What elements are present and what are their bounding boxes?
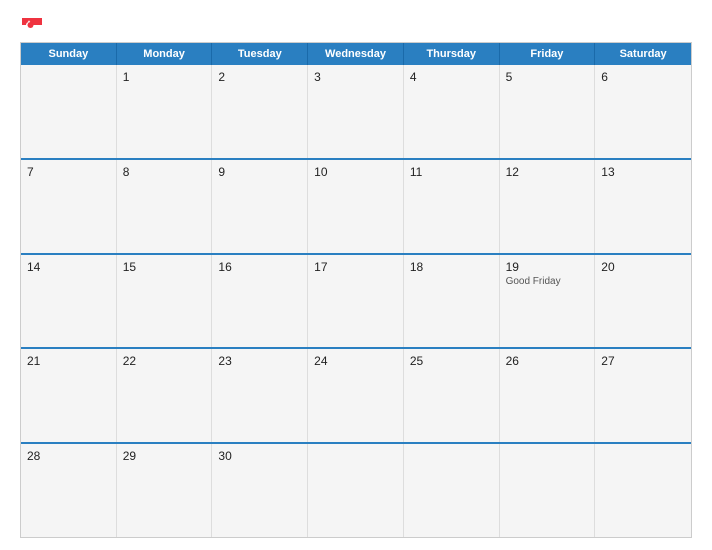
day-number: 18 — [410, 260, 423, 274]
cal-day-empty — [500, 444, 596, 537]
cal-day-27: 27 — [595, 349, 691, 442]
calendar-week-4: 21 22 23 24 25 26 27 — [21, 347, 691, 442]
day-number: 4 — [410, 70, 417, 84]
cal-day-16: 16 — [212, 255, 308, 348]
logo — [20, 18, 42, 32]
day-number: 8 — [123, 165, 130, 179]
cal-day-7: 7 — [21, 160, 117, 253]
cal-day-19: 19 Good Friday — [500, 255, 596, 348]
calendar: SundayMondayTuesdayWednesdayThursdayFrid… — [20, 42, 692, 538]
logo-flag-icon — [22, 18, 42, 32]
calendar-week-3: 14 15 16 17 18 19 Good Friday 20 — [21, 253, 691, 348]
cal-day-empty — [21, 65, 117, 158]
cal-day-5: 5 — [500, 65, 596, 158]
day-number: 17 — [314, 260, 327, 274]
weekday-header-friday: Friday — [500, 43, 596, 65]
weekday-header-sunday: Sunday — [21, 43, 117, 65]
day-number: 19 — [506, 260, 519, 274]
weekday-header-saturday: Saturday — [595, 43, 691, 65]
calendar-week-1: 1 2 3 4 5 6 — [21, 65, 691, 158]
page: SundayMondayTuesdayWednesdayThursdayFrid… — [0, 0, 712, 550]
cal-day-8: 8 — [117, 160, 213, 253]
day-number: 12 — [506, 165, 519, 179]
cal-day-empty — [308, 444, 404, 537]
day-number: 30 — [218, 449, 231, 463]
cal-day-17: 17 — [308, 255, 404, 348]
cal-day-6: 6 — [595, 65, 691, 158]
day-number: 2 — [218, 70, 225, 84]
cal-day-23: 23 — [212, 349, 308, 442]
day-number: 26 — [506, 354, 519, 368]
day-number: 11 — [410, 165, 422, 179]
day-number: 9 — [218, 165, 225, 179]
day-number: 27 — [601, 354, 614, 368]
calendar-body: 12345678910111213141516171819Good Friday… — [21, 65, 691, 537]
cal-day-21: 21 — [21, 349, 117, 442]
day-number: 1 — [123, 70, 130, 84]
header — [20, 18, 692, 32]
cal-day-22: 22 — [117, 349, 213, 442]
cal-day-24: 24 — [308, 349, 404, 442]
cal-day-30: 30 — [212, 444, 308, 537]
calendar-header: SundayMondayTuesdayWednesdayThursdayFrid… — [21, 43, 691, 65]
cal-day-11: 11 — [404, 160, 500, 253]
day-number: 7 — [27, 165, 34, 179]
cal-day-13: 13 — [595, 160, 691, 253]
holiday-label: Good Friday — [506, 276, 589, 287]
cal-day-20: 20 — [595, 255, 691, 348]
day-number: 14 — [27, 260, 40, 274]
cal-day-1: 1 — [117, 65, 213, 158]
calendar-week-2: 7 8 9 10 11 12 13 — [21, 158, 691, 253]
day-number: 23 — [218, 354, 231, 368]
cal-day-9: 9 — [212, 160, 308, 253]
day-number: 20 — [601, 260, 614, 274]
day-number: 24 — [314, 354, 327, 368]
weekday-header-thursday: Thursday — [404, 43, 500, 65]
day-number: 3 — [314, 70, 321, 84]
cal-day-25: 25 — [404, 349, 500, 442]
cal-day-10: 10 — [308, 160, 404, 253]
cal-day-4: 4 — [404, 65, 500, 158]
cal-day-12: 12 — [500, 160, 596, 253]
weekday-header-tuesday: Tuesday — [212, 43, 308, 65]
day-number: 13 — [601, 165, 614, 179]
cal-day-empty — [595, 444, 691, 537]
day-number: 15 — [123, 260, 136, 274]
day-number: 21 — [27, 354, 40, 368]
cal-day-29: 29 — [117, 444, 213, 537]
cal-day-18: 18 — [404, 255, 500, 348]
cal-day-empty — [404, 444, 500, 537]
cal-day-14: 14 — [21, 255, 117, 348]
cal-day-15: 15 — [117, 255, 213, 348]
cal-day-28: 28 — [21, 444, 117, 537]
day-number: 6 — [601, 70, 608, 84]
day-number: 16 — [218, 260, 231, 274]
day-number: 25 — [410, 354, 423, 368]
day-number: 28 — [27, 449, 40, 463]
day-number: 29 — [123, 449, 136, 463]
weekday-header-wednesday: Wednesday — [308, 43, 404, 65]
cal-day-2: 2 — [212, 65, 308, 158]
day-number: 10 — [314, 165, 327, 179]
cal-day-3: 3 — [308, 65, 404, 158]
calendar-week-5: 28 29 30 — [21, 442, 691, 537]
weekday-header-monday: Monday — [117, 43, 213, 65]
day-number: 5 — [506, 70, 513, 84]
day-number: 22 — [123, 354, 136, 368]
cal-day-26: 26 — [500, 349, 596, 442]
